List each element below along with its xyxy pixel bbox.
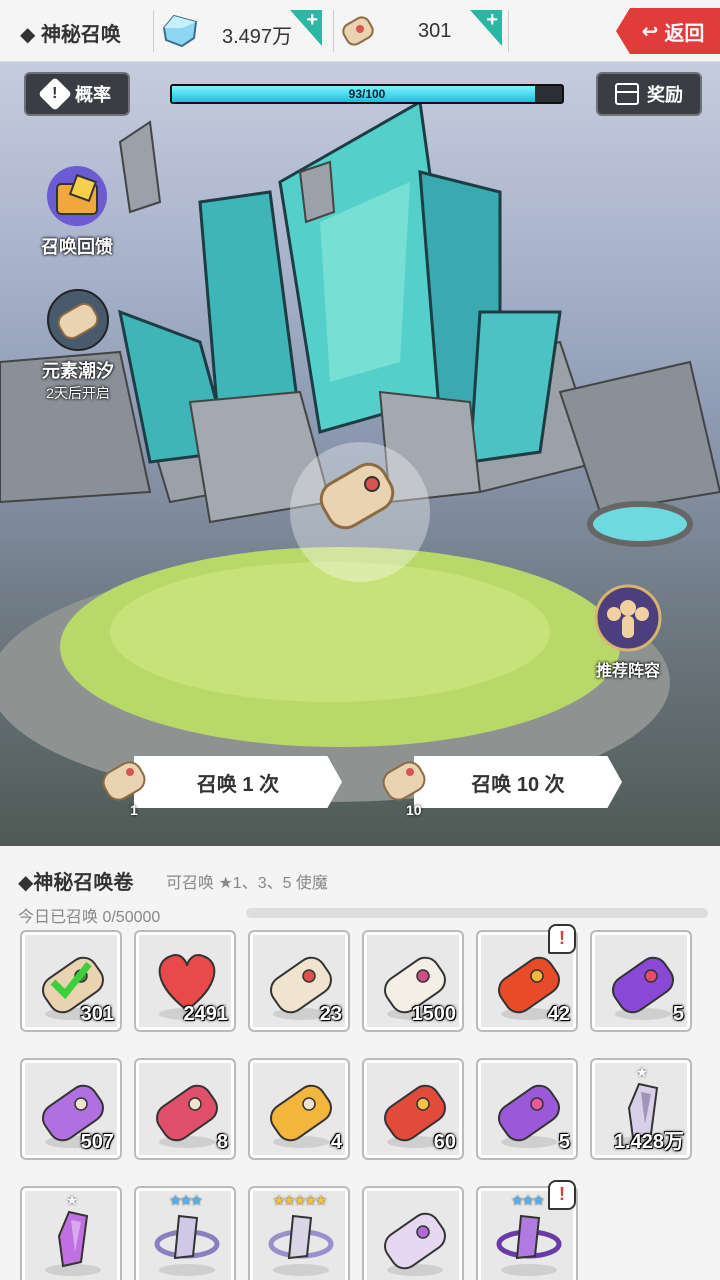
item-count: 2491	[183, 1003, 229, 1025]
tide-sub-label: 2天后开启	[46, 385, 110, 401]
rate-label: 概率	[75, 85, 111, 105]
treasure-icon	[47, 166, 107, 226]
lineup-label: 推荐阵容	[595, 663, 660, 680]
tide-scroll-icon	[47, 289, 109, 351]
gem-resource: 3.497万 +	[160, 10, 326, 52]
back-button[interactable]: ↩ 返回	[616, 8, 720, 54]
item-tile[interactable]	[362, 1186, 464, 1280]
alert-badge-icon: !	[548, 1180, 576, 1210]
scroll-count: 301	[418, 20, 452, 42]
item-count: 5	[672, 1003, 684, 1025]
star-rating: ★	[65, 1192, 79, 1208]
item-tile[interactable]: 1500	[362, 930, 464, 1032]
item-count: 507	[80, 1131, 114, 1153]
scroll-icon	[342, 16, 374, 46]
gem-count: 3.497万	[222, 26, 293, 48]
scroll-inventory-panel: ◆神秘召唤卷 可召唤 ★1、3、5 使魔 今日已召唤 0/50000 301 24…	[0, 846, 720, 1280]
item-tile[interactable]: 5	[590, 930, 692, 1032]
star-rating: ★★★	[169, 1192, 203, 1208]
today-summon-count: 今日已召唤 0/50000	[18, 909, 161, 926]
item-tile[interactable]: ★★★	[134, 1186, 236, 1280]
reward-button[interactable]: 奖励	[596, 72, 702, 116]
top-bar: ◆ 神秘召唤 3.497万 + 301 + ↩ 返回	[0, 0, 720, 62]
item-count: 4	[330, 1131, 342, 1153]
star-rating: ★★★★★	[272, 1192, 328, 1208]
back-label: 返回	[664, 22, 705, 45]
tide-label: 元素潮汐	[42, 361, 114, 381]
item-tile[interactable]: 8	[134, 1058, 236, 1160]
summon-ten-button[interactable]: 召唤 10 次	[414, 756, 622, 808]
add-gems-button[interactable]: +	[290, 10, 322, 46]
summon-feedback-button[interactable]: 召唤回馈	[32, 162, 122, 259]
scroll-resource: 301 +	[338, 10, 504, 52]
divider	[333, 10, 334, 52]
divider	[508, 10, 509, 52]
item-tile[interactable]: 5	[476, 1058, 578, 1160]
item-tile[interactable]: 60	[362, 1058, 464, 1160]
feedback-label: 召唤回馈	[41, 237, 113, 257]
reward-label: 奖励	[647, 85, 683, 105]
divider	[153, 10, 154, 52]
summon-one-cost: 1	[130, 802, 138, 818]
item-count: 1500	[411, 1003, 457, 1025]
progress-text: 93/100	[348, 87, 386, 101]
item-tile[interactable]: ★ 1.428万	[590, 1058, 692, 1160]
page-title: ◆ 神秘召唤	[20, 24, 121, 46]
chest-icon	[615, 83, 639, 105]
item-count: 23	[319, 1003, 342, 1025]
summon-one-button[interactable]: 召唤 1 次	[134, 756, 342, 808]
add-scrolls-button[interactable]: +	[470, 10, 502, 46]
summon-scene: ! 概率 93/100 奖励 召唤回馈 元素潮汐 2天后开启 推荐阵容 召唤 1…	[0, 62, 720, 846]
summon-ten-cost: 10	[406, 802, 422, 818]
panel-description: 可召唤 ★1、3、5 使魔	[166, 875, 328, 892]
warning-icon: !	[38, 77, 72, 111]
summon-ten-label: 召唤 10 次	[471, 773, 565, 796]
recommended-lineup-button[interactable]: 推荐阵容	[586, 582, 670, 681]
pink-winged-scroll-icon	[384, 1212, 446, 1276]
item-tile[interactable]: 4	[248, 1058, 350, 1160]
alert-badge-icon: !	[548, 924, 576, 954]
lineup-icon	[594, 584, 662, 652]
return-icon: ↩	[641, 20, 659, 43]
item-tile[interactable]: ★★★★★	[248, 1186, 350, 1280]
scroll-icon	[102, 761, 146, 801]
panel-title: ◆神秘召唤卷	[18, 872, 134, 894]
item-tile[interactable]: ★	[20, 1186, 122, 1280]
item-count: 8	[216, 1131, 228, 1153]
item-tile[interactable]: 23	[248, 930, 350, 1032]
item-count: 1.428万	[613, 1131, 684, 1153]
rate-button[interactable]: ! 概率	[24, 72, 130, 116]
item-tile[interactable]: 507	[20, 1058, 122, 1160]
summon-one-label: 召唤 1 次	[196, 773, 280, 796]
summon-progress-bar: 93/100	[170, 84, 564, 104]
item-count: 60	[433, 1131, 456, 1153]
star-rating: ★	[635, 1064, 649, 1080]
item-count: 5	[558, 1131, 570, 1153]
item-tile[interactable]: 301	[20, 930, 122, 1032]
gem-icon	[162, 14, 198, 48]
element-tide-button[interactable]: 元素潮汐 2天后开启	[28, 286, 128, 403]
item-count: 42	[547, 1003, 570, 1025]
item-count: 301	[80, 1003, 114, 1025]
scroll-icon	[382, 761, 426, 801]
item-tile[interactable]: 2491	[134, 930, 236, 1032]
today-progress-bar	[246, 908, 708, 918]
